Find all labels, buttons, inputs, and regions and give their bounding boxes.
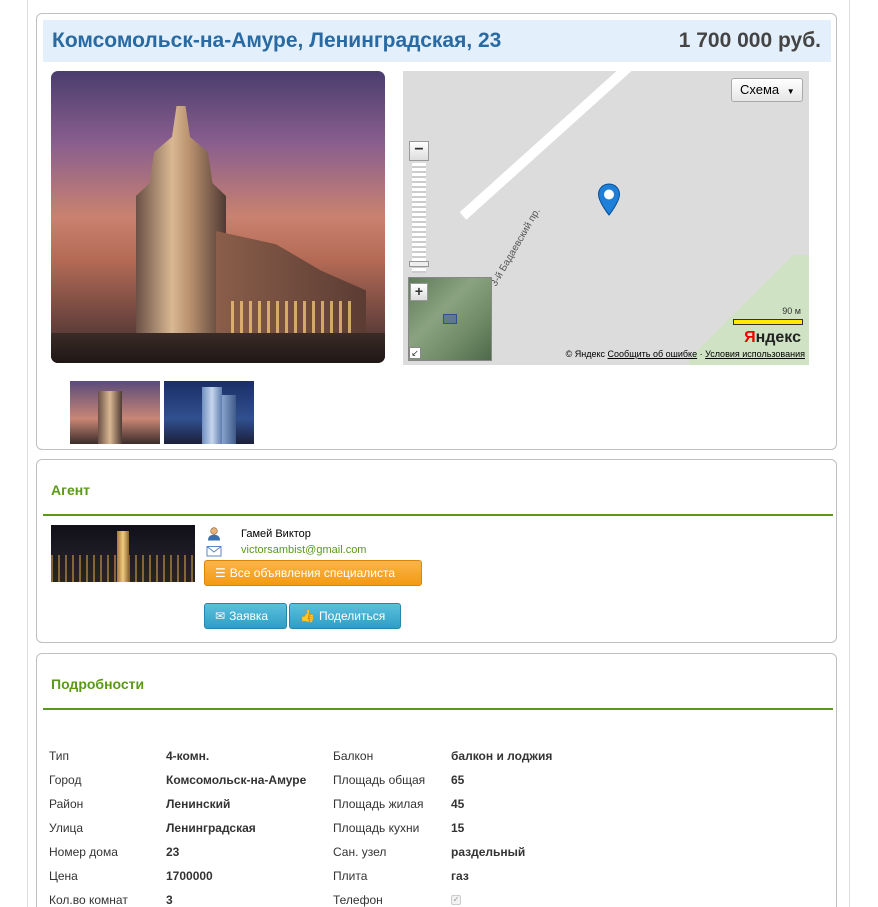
zoom-slider-handle[interactable] (409, 261, 429, 267)
map-footer: © Яндекс Сообщить об ошибке · Условия ис… (565, 349, 805, 359)
agent-name: Гамей Виктор (241, 528, 311, 540)
phone-checkbox: ✓ (451, 895, 461, 905)
listing-address: Комсомольск-на-Амуре, Ленинградская, 23 (52, 29, 502, 52)
share-button[interactable]: 👍 Поделиться (289, 603, 401, 629)
mini-map-viewport (443, 314, 457, 324)
map-zoom-control[interactable]: − (409, 141, 429, 291)
thumbs-up-icon: 👍 (300, 609, 315, 623)
page-border-left (27, 0, 28, 907)
details-card: Подробности Тип 4-комн. Город Комсомольск-… (36, 653, 837, 907)
mail-icon (206, 546, 222, 557)
map-type-label: Схема (740, 82, 780, 97)
map-copyright: © Яндекс (565, 349, 606, 359)
listing-card: Комсомольск-на-Амуре, Ленинградская, 23 … (36, 13, 837, 450)
terms-link[interactable]: Условия использования (705, 349, 805, 359)
map-scale-bar (733, 319, 803, 325)
agent-section-title: Агент (51, 482, 91, 498)
photo-tower (136, 106, 226, 363)
zoom-slider-track[interactable] (412, 163, 426, 273)
share-label: Поделиться (318, 609, 386, 623)
yandex-map[interactable]: 3-й Бадаевский пр. Схема ▼ − + ↙ 90 м Ян… (403, 71, 809, 365)
agent-photo (51, 525, 195, 582)
zoom-out-button[interactable]: − (409, 141, 429, 161)
listing-title-bar: Комсомольск-на-Амуре, Ленинградская, 23 … (43, 20, 831, 62)
page-border-right (849, 0, 850, 907)
user-icon (208, 527, 220, 541)
photo-ground (51, 333, 385, 363)
envelope-icon: ✉ (215, 609, 226, 623)
zoom-in-button[interactable]: + (410, 283, 428, 301)
details-section-title: Подробности (51, 676, 145, 692)
photo-thumbnail[interactable] (70, 381, 160, 444)
all-listings-button[interactable]: ☰ Все объявления специалиста (204, 560, 422, 586)
map-street-label: 3-й Бадаевский пр. (489, 206, 543, 289)
mini-map-collapse-icon[interactable]: ↙ (409, 347, 421, 359)
section-divider (43, 708, 833, 710)
section-divider (43, 514, 833, 516)
map-pin-icon[interactable] (597, 183, 621, 217)
chevron-down-icon: ▼ (786, 87, 795, 96)
request-button[interactable]: ✉ Заявка (204, 603, 287, 629)
agent-email-link[interactable]: victorsambist@gmail.com (241, 544, 366, 556)
map-scale-label: 90 м (782, 306, 801, 316)
agent-card: Агент Гамей Виктор victorsambist@gmail.c… (36, 459, 837, 643)
report-error-link[interactable]: Сообщить об ошибке (608, 349, 698, 359)
all-listings-label: Все объявления специалиста (229, 566, 396, 580)
photo-thumbnail[interactable] (164, 381, 254, 444)
listing-price: 1 700 000 руб. (678, 29, 821, 52)
yandex-logo: Яндекс (744, 329, 801, 346)
main-photo[interactable] (51, 71, 385, 363)
request-label: Заявка (229, 609, 269, 623)
map-type-dropdown[interactable]: Схема ▼ (731, 78, 803, 102)
list-icon: ☰ (215, 566, 226, 580)
